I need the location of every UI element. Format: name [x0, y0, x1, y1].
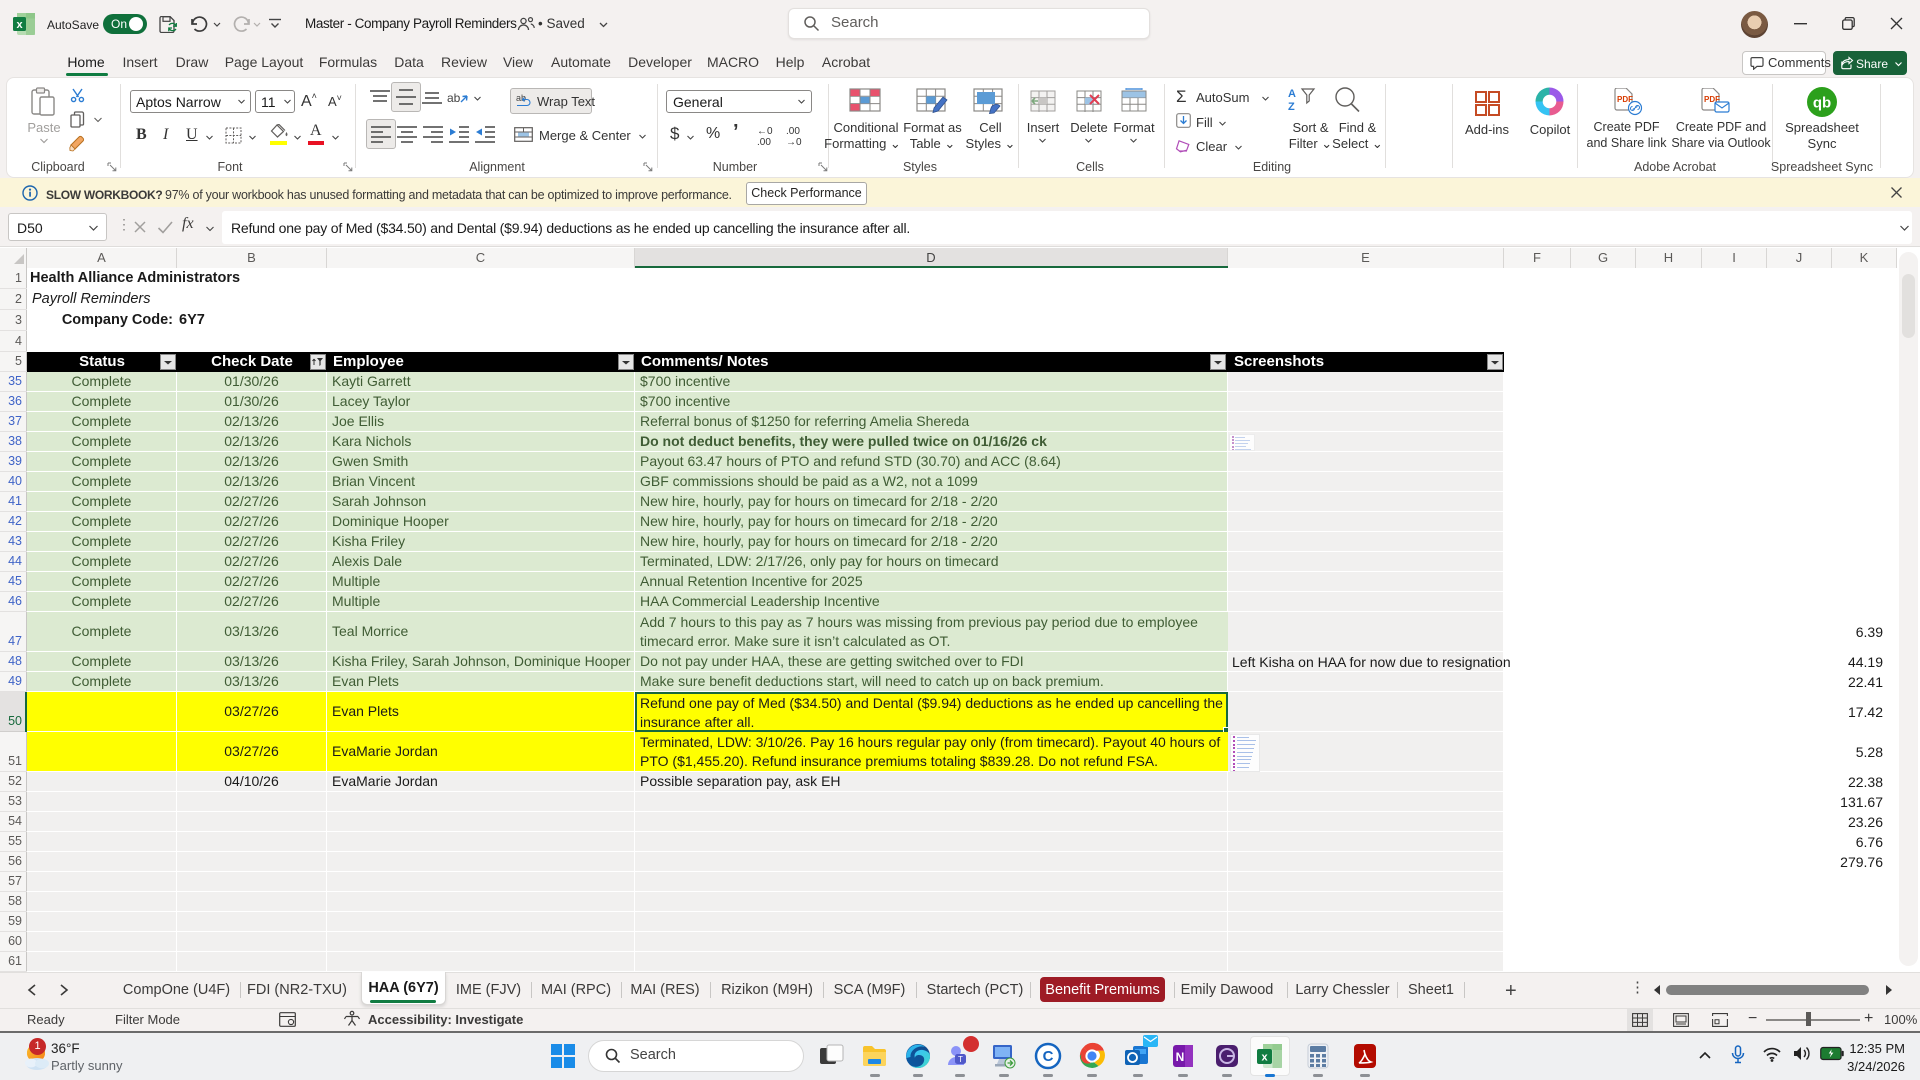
svg-text:x: x [16, 19, 23, 31]
svg-text:qb: qb [1813, 95, 1831, 112]
svg-text:T: T [958, 1055, 963, 1064]
svg-text:C: C [1043, 1048, 1054, 1065]
svg-text:A: A [1288, 88, 1296, 100]
svg-text:ab: ab [447, 91, 461, 105]
svg-text:x: x [1261, 1052, 1268, 1064]
svg-text:N: N [1176, 1050, 1185, 1064]
svg-text:Z: Z [1288, 101, 1295, 113]
